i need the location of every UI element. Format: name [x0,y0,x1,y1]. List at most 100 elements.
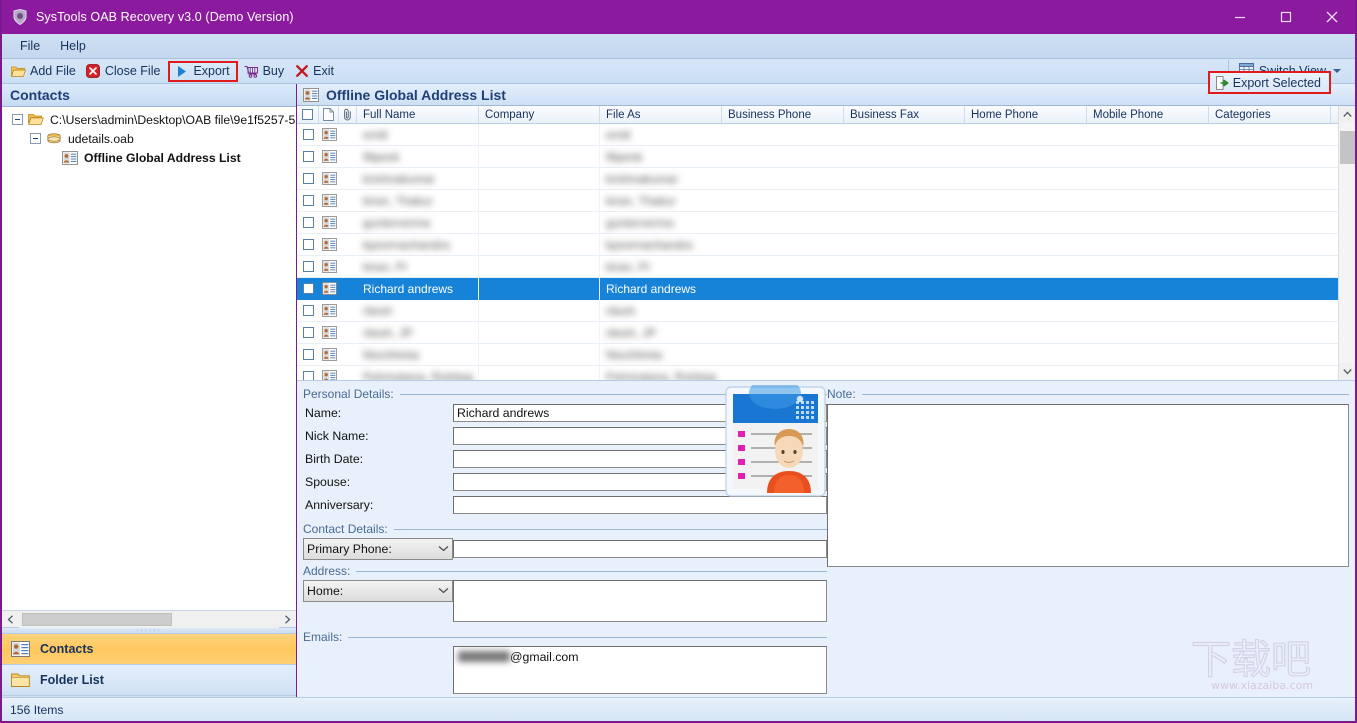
checkbox-icon[interactable] [302,349,314,360]
row-checkbox[interactable] [297,124,319,146]
row-checkbox[interactable] [297,256,319,278]
maximize-button[interactable] [1263,0,1309,34]
tree-node-offline-global-address-list[interactable]: Offline Global Address List [2,148,296,167]
table-row[interactable]: kiran, Thakur kiran, Thakur [297,189,1338,212]
menu-help[interactable]: Help [50,36,96,56]
checkbox-icon[interactable] [302,109,313,120]
export-selected-button[interactable]: Export Selected [1207,71,1331,94]
table-row[interactable]: kpoornachandra kpoornachandra [297,233,1338,256]
scroll-up-arrow-icon[interactable] [1338,106,1355,123]
column-header-document-icon[interactable] [319,106,339,123]
cell-mobile-phone [1087,234,1209,256]
table-row[interactable]: kiran, Pr kiran, Pr [297,255,1338,278]
row-checkbox[interactable] [297,344,319,366]
row-checkbox[interactable] [297,146,319,168]
buy-button[interactable]: Buy [240,61,291,82]
column-header-file-as[interactable]: File As [600,106,722,123]
nav-button-folder-list[interactable]: Folder List [2,665,296,696]
scroll-down-arrow-icon[interactable] [1338,363,1355,380]
primary-phone-input[interactable] [453,540,827,558]
column-header-attachment-icon[interactable] [339,106,357,123]
note-textarea[interactable] [827,404,1349,567]
checkbox-icon[interactable] [302,261,314,272]
row-checkbox[interactable] [297,300,319,322]
scroll-left-arrow-icon[interactable] [2,611,19,628]
row-checkbox[interactable] [297,234,319,256]
contact-details-panel: Personal Details: Name: Richard andrews … [297,377,1355,697]
address-type-select[interactable]: Home: [303,580,453,602]
column-header-full-name[interactable]: Full Name [357,106,479,123]
tree-node-root-folder[interactable]: C:\Users\admin\Desktop\OAB file\9e1f5257… [2,110,296,129]
checkbox-icon[interactable] [302,173,314,184]
checkbox-icon[interactable] [302,217,314,228]
row-checkbox[interactable] [297,322,319,344]
checkbox-icon[interactable] [302,283,314,294]
menu-file[interactable]: File [10,36,50,56]
scrollbar-track[interactable] [19,610,279,628]
table-row[interactable]: filipesk filipesk [297,145,1338,168]
nav-button-contacts[interactable]: Contacts [2,634,296,665]
grid-vertical-scrollbar[interactable] [1338,106,1355,380]
table-row[interactable]: ritesh ritesh [297,299,1338,322]
row-checkbox[interactable] [297,212,319,234]
checkbox-icon[interactable] [302,239,314,250]
cell-text: gunterverma [606,215,674,230]
address-title: Address: [303,564,827,578]
contact-card-icon [321,326,337,339]
collapse-toggle-icon[interactable] [12,114,23,125]
column-header-mobile-phone[interactable]: Mobile Phone [1087,106,1209,123]
row-checkbox[interactable] [297,366,319,380]
checkbox-icon[interactable] [302,195,314,206]
column-header-home-phone[interactable]: Home Phone [965,106,1087,123]
checkbox-icon[interactable] [302,151,314,162]
phone-type-select[interactable]: Primary Phone: [303,538,453,560]
table-row[interactable]: Richard andrews Richard andrews [297,277,1338,300]
row-contact-icon [319,300,339,322]
row-checkbox[interactable] [297,190,319,212]
table-row[interactable]: Pehriratana, Rohitag Pehriratana, Rohitag [297,365,1338,380]
close-file-button[interactable]: Close File [82,61,167,82]
pane-split-grip[interactable]: ······ [2,627,296,634]
scrollbar-thumb[interactable] [22,612,172,626]
column-header-business-fax[interactable]: Business Fax [844,106,965,123]
select-all-checkbox[interactable] [297,106,319,123]
address-list-icon [303,87,320,102]
emails-textarea[interactable]: @gmail.com [453,646,827,694]
checkbox-icon[interactable] [302,129,314,140]
checkbox-icon[interactable] [302,305,314,316]
checkbox-icon[interactable] [302,371,314,380]
column-header-company[interactable]: Company [479,106,600,123]
anniversary-input[interactable] [453,495,827,514]
cell-home-phone [965,234,1087,256]
scrollbar-track[interactable] [1338,123,1355,363]
row-checkbox[interactable] [297,168,319,190]
table-row[interactable]: krishnakumar krishnakumar [297,167,1338,190]
exit-button[interactable]: Exit [290,61,340,82]
cell-home-phone [965,300,1087,322]
folder-tree: C:\Users\admin\Desktop\OAB file\9e1f5257… [2,107,296,610]
column-header-business-phone[interactable]: Business Phone [722,106,844,123]
close-button[interactable] [1309,0,1355,34]
table-row[interactable]: ritesh, JP ritesh, JP [297,321,1338,344]
table-row[interactable]: emili emili [297,123,1338,146]
column-header-categories[interactable]: Categories [1209,106,1331,123]
row-checkbox[interactable] [297,278,319,300]
export-button[interactable]: Export [168,60,238,82]
scrollbar-thumb[interactable] [1339,131,1355,164]
tree-node-oab-file[interactable]: udetails.oab [2,129,296,148]
left-pane-horizontal-scrollbar[interactable] [2,610,296,628]
minimize-button[interactable] [1217,0,1263,34]
checkbox-icon[interactable] [302,327,314,338]
address-textarea[interactable] [453,580,827,622]
oab-file-icon [46,131,63,146]
cell-categories [1209,300,1331,322]
column-header-label: Mobile Phone [1093,108,1164,121]
collapse-toggle-icon[interactable] [30,133,41,144]
spouse-label: Spouse: [305,474,351,489]
scroll-right-arrow-icon[interactable] [279,611,296,628]
table-row[interactable]: Nischhinta Nischhinta [297,343,1338,366]
cell-business-fax [844,300,965,322]
table-row[interactable]: gunterverma gunterverma [297,211,1338,234]
add-file-button[interactable]: Add File [7,61,82,82]
emails-title: Emails: [303,630,827,644]
